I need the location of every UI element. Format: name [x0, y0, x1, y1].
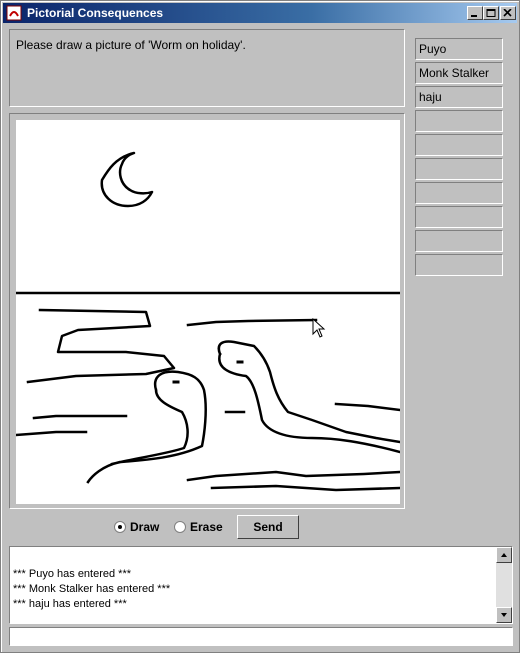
- chat-log[interactable]: *** Puyo has entered *** *** Monk Stalke…: [9, 546, 513, 624]
- main-window: Pictorial Consequences Please draw a pic…: [0, 0, 520, 653]
- scroll-down-button[interactable]: [496, 607, 512, 623]
- chat-messages: *** Puyo has entered *** *** Monk Stalke…: [13, 567, 170, 612]
- controls-bar: Draw Erase Send: [1, 513, 520, 541]
- maximize-button[interactable]: [483, 6, 499, 20]
- window-title: Pictorial Consequences: [27, 6, 164, 20]
- drawing-canvas[interactable]: [14, 120, 402, 504]
- player-slot: [415, 134, 503, 156]
- mouse-pointer-icon: [312, 318, 326, 338]
- minimize-icon: [471, 15, 477, 17]
- chat-message: *** Monk Stalker has entered ***: [13, 583, 171, 595]
- chat-scrollbar[interactable]: [496, 547, 512, 623]
- player-list: Puyo Monk Stalker haju: [415, 38, 503, 278]
- player-slot: [415, 158, 503, 180]
- player-slot: [415, 110, 503, 132]
- player-slot: Puyo: [415, 38, 503, 60]
- player-slot: haju: [415, 86, 503, 108]
- radio-unselected-icon: [174, 521, 186, 533]
- title-bar[interactable]: Pictorial Consequences: [3, 3, 517, 23]
- prompt-panel: Please draw a picture of 'Worm on holida…: [9, 29, 405, 107]
- scroll-up-button[interactable]: [496, 547, 512, 563]
- drawing-strokes: [14, 151, 402, 492]
- app-icon: [6, 5, 22, 21]
- player-slot: [415, 206, 503, 228]
- player-slot: [415, 182, 503, 204]
- close-button[interactable]: [500, 6, 516, 20]
- draw-radio[interactable]: Draw: [114, 520, 159, 534]
- chat-message: *** Puyo has entered ***: [13, 568, 132, 580]
- draw-label: Draw: [130, 520, 160, 534]
- arrow-up-icon: [501, 553, 507, 557]
- player-slot: Monk Stalker: [415, 62, 503, 84]
- send-button[interactable]: Send: [237, 515, 299, 539]
- radio-selected-icon: [114, 521, 126, 533]
- player-slot: [415, 230, 503, 252]
- prompt-text: Please draw a picture of 'Worm on holida…: [16, 38, 246, 52]
- chat-input[interactable]: [9, 627, 513, 646]
- player-slot: [415, 254, 503, 276]
- arrow-down-icon: [501, 613, 507, 617]
- minimize-button[interactable]: [467, 6, 483, 20]
- maximize-icon: [486, 9, 496, 17]
- erase-radio[interactable]: Erase: [174, 520, 223, 534]
- erase-label: Erase: [190, 520, 223, 534]
- canvas-frame: [9, 113, 405, 509]
- chat-message: *** haju has entered ***: [13, 598, 127, 610]
- close-icon: [503, 9, 512, 17]
